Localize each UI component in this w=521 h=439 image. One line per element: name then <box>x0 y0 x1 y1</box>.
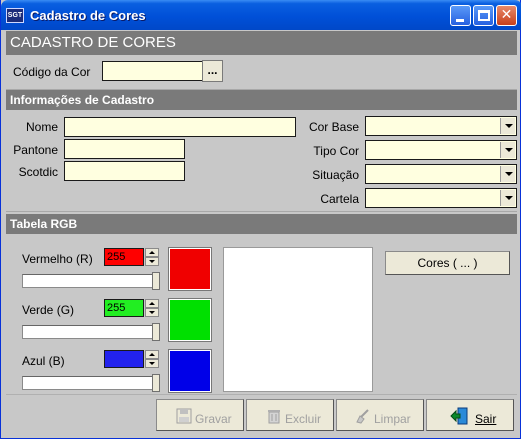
blue-slider-thumb[interactable] <box>152 374 160 392</box>
maximize-icon <box>478 10 490 21</box>
blue-swatch <box>168 349 212 393</box>
maximize-button[interactable] <box>473 5 494 26</box>
cores-button[interactable]: Cores ( ... ) <box>385 251 510 275</box>
page-title: CADASTRO DE CORES <box>6 31 517 55</box>
spin-up-icon[interactable] <box>145 350 159 359</box>
red-label: Vermelho (R) <box>22 252 93 266</box>
blue-label: Azul (B) <box>22 354 65 368</box>
limpar-button[interactable]: Limpar <box>336 399 424 431</box>
green-label: Verde (G) <box>22 303 75 317</box>
codigo-panel: Código da Cor ... <box>6 55 517 90</box>
blue-slider-track[interactable] <box>22 376 160 390</box>
scotdic-label: Scotdic <box>18 165 58 179</box>
gravar-button[interactable]: Gravar <box>156 399 244 431</box>
tipo-cor-select[interactable] <box>365 140 517 160</box>
chevron-down-icon[interactable] <box>500 142 515 158</box>
spin-down-icon[interactable] <box>145 257 159 266</box>
red-swatch <box>168 247 212 291</box>
blue-stepper[interactable] <box>145 350 159 368</box>
green-value-input[interactable]: 255 <box>104 299 144 317</box>
red-slider-thumb[interactable] <box>152 272 160 290</box>
color-preview <box>223 247 373 392</box>
green-stepper[interactable] <box>145 299 159 317</box>
sair-button[interactable]: Sair <box>426 399 514 431</box>
exit-door-icon <box>450 407 468 425</box>
spin-up-icon[interactable] <box>145 299 159 308</box>
minimize-button[interactable] <box>450 5 471 26</box>
save-icon <box>176 408 192 424</box>
tipo-cor-label: Tipo Cor <box>313 144 359 158</box>
nome-input[interactable] <box>64 117 296 137</box>
app-logo-icon: SGT <box>6 8 24 23</box>
info-panel: Nome Pantone Scotdic Cor Base Tipo Cor S… <box>6 110 517 212</box>
spin-up-icon[interactable] <box>145 248 159 257</box>
cores-button-label: Cores ( ... ) <box>417 256 478 270</box>
sair-label: Sair <box>475 412 497 426</box>
scotdic-input[interactable] <box>64 161 185 181</box>
situacao-label: Situação <box>312 168 359 182</box>
title-bar[interactable]: SGT Cadastro de Cores ✕ <box>1 0 521 30</box>
cartela-select[interactable] <box>365 188 517 208</box>
codigo-lookup-button[interactable]: ... <box>202 60 223 82</box>
gravar-label: Gravar <box>195 412 232 426</box>
rgb-section-title: Tabela RGB <box>6 214 517 234</box>
window-title: Cadastro de Cores <box>30 8 146 23</box>
red-slider-track[interactable] <box>22 274 160 288</box>
green-swatch <box>168 298 212 342</box>
cartela-label: Cartela <box>320 192 359 206</box>
trash-icon <box>268 410 280 424</box>
pantone-input[interactable] <box>64 139 185 159</box>
info-section-title: Informações de Cadastro <box>6 90 517 110</box>
pantone-label: Pantone <box>13 143 58 157</box>
main-window: SGT Cadastro de Cores ✕ CADASTRO DE CORE… <box>0 0 521 439</box>
chevron-down-icon[interactable] <box>500 118 515 134</box>
close-button[interactable]: ✕ <box>496 5 517 26</box>
close-icon: ✕ <box>500 7 513 23</box>
nome-label: Nome <box>25 120 58 134</box>
limpar-label: Limpar <box>374 412 411 426</box>
spin-down-icon[interactable] <box>145 308 159 317</box>
spin-down-icon[interactable] <box>145 359 159 368</box>
red-stepper[interactable] <box>145 248 159 266</box>
blue-value-input[interactable]: 255 <box>104 350 144 368</box>
codigo-label: Código da Cor <box>13 65 91 79</box>
green-slider-track[interactable] <box>22 325 160 339</box>
cor-base-label: Cor Base <box>308 120 359 134</box>
chevron-down-icon[interactable] <box>500 190 515 206</box>
chevron-down-icon[interactable] <box>500 166 515 182</box>
minimize-icon <box>456 19 464 22</box>
footer-bar: Gravar Excluir Limpar Sair <box>6 394 517 434</box>
broom-icon <box>356 409 369 424</box>
rgb-panel: Vermelho (R) 255 Verde (G) 255 Azul (B) … <box>6 234 517 394</box>
cor-base-select[interactable] <box>365 116 517 136</box>
green-slider-thumb[interactable] <box>152 323 160 341</box>
situacao-select[interactable] <box>365 164 517 184</box>
excluir-button[interactable]: Excluir <box>246 399 334 431</box>
excluir-label: Excluir <box>285 412 322 426</box>
red-value-input[interactable]: 255 <box>104 248 144 266</box>
codigo-input[interactable] <box>102 61 206 81</box>
